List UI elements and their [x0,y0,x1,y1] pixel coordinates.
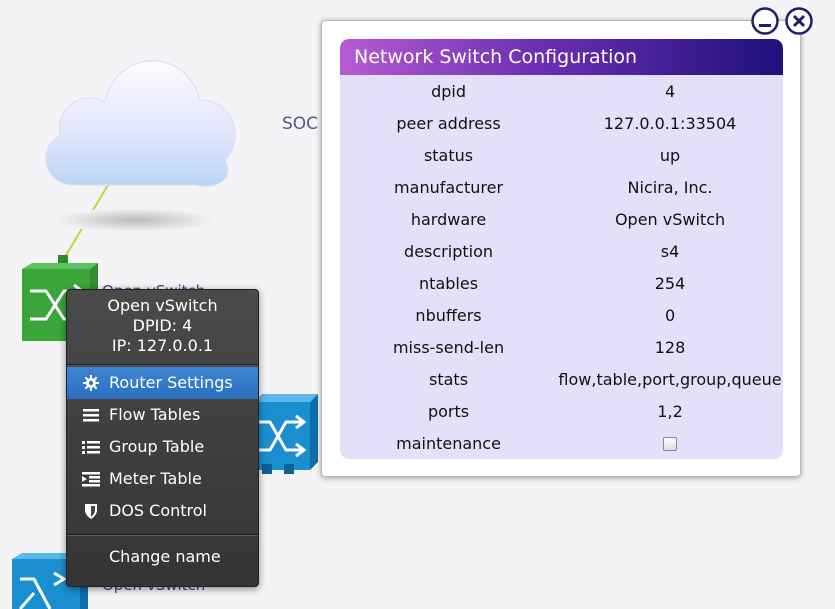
menu-item-change-name[interactable]: Change name [67,541,258,573]
menu-item-label: Group Table [109,437,205,456]
menu-item-flow-tables[interactable]: Flow Tables [67,399,258,431]
menu-item-label: Flow Tables [109,405,201,424]
config-value: 128 [654,337,686,357]
config-value: up [659,145,681,165]
config-key: nbuffers [415,305,482,325]
switch-config-dialog: Network Switch Configuration dpid 4 peer a… [321,20,801,477]
gear-icon [83,375,99,391]
indent-list-icon [82,472,100,487]
config-key: dpid [431,81,466,101]
config-key: description [404,241,494,261]
config-key: maintenance [396,433,501,453]
config-value: s4 [660,241,680,261]
switch-dpid: DPID: 4 [132,316,193,335]
config-row: ports 1,2 [340,395,783,427]
config-panel: Network Switch Configuration dpid 4 peer a… [340,39,783,459]
minimize-button[interactable] [751,7,779,35]
menu-item-dos-control[interactable]: DOS Control [67,495,258,527]
context-menu-header: Open vSwitch DPID: 4 IP: 127.0.0.1 [67,290,258,365]
config-row: manufacturer Nicira, Inc. [340,171,783,203]
menu-item-group-table[interactable]: Group Table [67,431,258,463]
menu-item-label: Change name [109,547,221,566]
controller-label: SOC [282,114,319,134]
config-key: peer address [396,113,501,133]
config-value: 127.0.0.1:33504 [603,113,737,133]
config-value: 4 [664,81,676,101]
cloud-icon[interactable] [35,30,240,235]
config-key: hardware [410,209,487,229]
menu-item-label: Router Settings [109,373,233,392]
config-value: flow,table,port,group,queue [558,369,782,389]
config-value: 1,2 [657,401,683,421]
config-row-maintenance: maintenance [340,427,783,459]
shield-icon [85,504,97,519]
bullet-list-icon [82,441,100,454]
menu-item-meter-table[interactable]: Meter Table [67,463,258,495]
close-button[interactable] [785,7,813,35]
config-key: miss-send-len [392,337,505,357]
config-value: Nicira, Inc. [627,177,713,197]
list-icon [83,409,99,422]
switch-type: Open vSwitch [107,296,218,315]
menu-item-router-settings[interactable]: Router Settings [67,367,258,399]
config-row: status up [340,139,783,171]
menu-divider [67,534,258,535]
config-key: ports [427,401,470,421]
config-value [557,427,783,459]
config-value: Open vSwitch [614,209,726,229]
switch-ip: IP: 127.0.0.1 [111,336,214,355]
config-value: 0 [664,305,676,325]
config-row: stats flow,table,port,group,queue [340,363,783,395]
menu-item-label: Meter Table [109,469,202,488]
config-table: dpid 4 peer address 127.0.0.1:33504 status up… [340,75,783,459]
config-key: manufacturer [394,177,504,197]
maintenance-checkbox[interactable] [663,437,678,451]
switch-context-menu: Open vSwitch DPID: 4 IP: 127.0.0.1 Route… [66,289,259,587]
config-row: description s4 [340,235,783,267]
config-value: 254 [654,273,686,293]
config-key: ntables [419,273,479,293]
config-row: dpid 4 [340,75,783,107]
config-row: ntables 254 [340,267,783,299]
config-row: hardware Open vSwitch [340,203,783,235]
config-key: stats [429,369,469,389]
config-key: status [423,145,474,165]
config-row: miss-send-len 128 [340,331,783,363]
dialog-title: Network Switch Configuration [340,39,783,75]
config-row: peer address 127.0.0.1:33504 [340,107,783,139]
menu-item-label: DOS Control [109,501,207,520]
minimize-icon [759,24,771,27]
config-row: nbuffers 0 [340,299,783,331]
